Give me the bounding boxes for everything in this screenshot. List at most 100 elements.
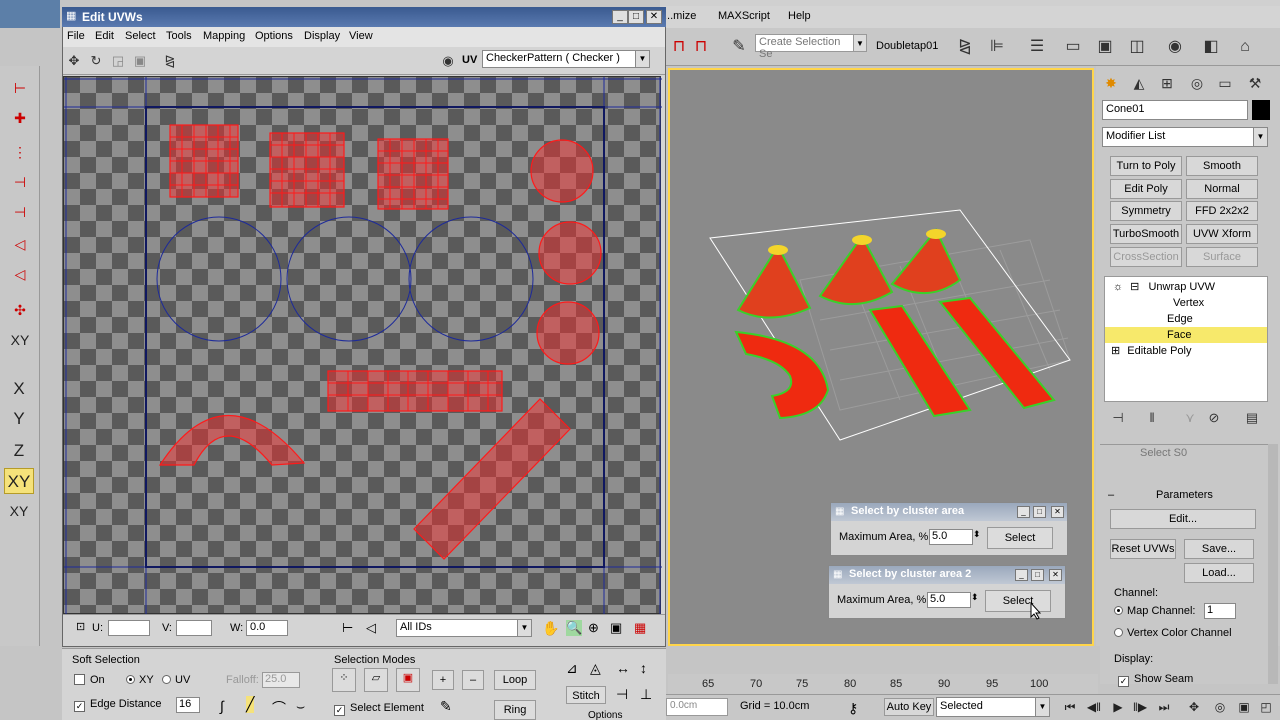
modifier-smooth-button[interactable]: Smooth bbox=[1186, 156, 1258, 176]
falloff-smooth-icon[interactable]: ⌒ bbox=[272, 698, 286, 718]
maximize-icon[interactable]: □ bbox=[1033, 506, 1046, 518]
map-channel-radio[interactable]: Map Channel: bbox=[1114, 605, 1196, 617]
parameters-header[interactable]: Parameters bbox=[1156, 489, 1213, 501]
falloff-field[interactable]: 25.0 bbox=[262, 672, 300, 688]
align-vertical-icon[interactable]: ⊥ bbox=[640, 686, 652, 703]
modifier-normal-button[interactable]: Normal bbox=[1186, 179, 1258, 199]
menu-maxscript[interactable]: MAXScript bbox=[718, 10, 770, 22]
loop-button[interactable]: Loop bbox=[494, 670, 536, 690]
pan-icon[interactable]: ✋ bbox=[542, 620, 559, 637]
auto-key-button[interactable]: Auto Key bbox=[884, 698, 934, 716]
menu-customize[interactable]: ...mize bbox=[664, 10, 696, 22]
constraint-icon[interactable]: ⊢ bbox=[6, 80, 34, 102]
modifier-surface-button[interactable]: Surface bbox=[1186, 247, 1258, 267]
xy-radio[interactable]: XY bbox=[126, 674, 154, 686]
stitch-button[interactable]: Stitch bbox=[566, 686, 606, 704]
spinner-icon[interactable]: ⬍ bbox=[973, 529, 981, 540]
create-tab-icon[interactable]: ✸ bbox=[1100, 72, 1122, 94]
close-icon[interactable]: ✕ bbox=[646, 10, 662, 24]
falloff-linear-icon[interactable]: ╱ bbox=[246, 696, 255, 713]
constraint-icon[interactable]: XY bbox=[6, 332, 34, 354]
angle-snap-icon[interactable]: ⊓ bbox=[690, 36, 712, 58]
edge-distance-field[interactable]: 16 bbox=[176, 697, 200, 713]
modifier-ffd-button[interactable]: FFD 2x2x2 bbox=[1186, 201, 1258, 221]
uvw-menu-view[interactable]: View bbox=[349, 30, 373, 42]
soft-selection-on-checkbox[interactable]: On bbox=[74, 674, 105, 686]
move-icon[interactable]: ✥ bbox=[65, 52, 83, 70]
flip-vertical-icon[interactable]: ↕ bbox=[640, 660, 647, 676]
constraint-icon[interactable]: ⊣ bbox=[6, 204, 34, 226]
modifier-crosssection-button[interactable]: CrossSection bbox=[1110, 247, 1182, 267]
constraint-icon[interactable]: ◁ bbox=[6, 266, 34, 288]
uvw-menu-edit[interactable]: Edit bbox=[95, 30, 114, 42]
constraint-icon[interactable]: ⋮ bbox=[6, 144, 34, 166]
uvw-menu-file[interactable]: File bbox=[67, 30, 85, 42]
options-label[interactable]: Options bbox=[588, 710, 622, 720]
stack-item-unwrap[interactable]: ☼ ⊟ Unwrap UVW bbox=[1105, 279, 1267, 295]
expand-icon[interactable]: ⊞ bbox=[1111, 345, 1120, 357]
modifier-edit-poly-button[interactable]: Edit Poly bbox=[1110, 179, 1182, 199]
key-filter-dropdown[interactable]: Selected ▼ bbox=[936, 697, 1050, 717]
edge-mode-icon[interactable]: ▱ bbox=[364, 668, 388, 692]
object-name-field[interactable]: Cone01 bbox=[1102, 100, 1248, 120]
modifier-uvw-xform-button[interactable]: UVW Xform bbox=[1186, 224, 1258, 244]
mirror-icon[interactable]: ⧎ bbox=[954, 36, 976, 58]
edge-distance-checkbox[interactable]: ✓ Edge Distance bbox=[74, 698, 162, 712]
reset-uvws-button[interactable]: Reset UVWs bbox=[1110, 539, 1176, 559]
paint-select-icon[interactable]: ✎ bbox=[440, 698, 452, 715]
utilities-tab-icon[interactable]: ⚒ bbox=[1244, 72, 1266, 94]
vertex-color-channel-radio[interactable]: Vertex Color Channel bbox=[1114, 627, 1232, 639]
menu-help[interactable]: Help bbox=[788, 10, 811, 22]
checker-toggle-icon[interactable]: ◉ bbox=[439, 52, 457, 70]
absolute-mode-icon[interactable]: ⊡ bbox=[76, 620, 85, 633]
edit-uvws-button[interactable]: Edit... bbox=[1110, 509, 1256, 529]
motion-tab-icon[interactable]: ◎ bbox=[1186, 72, 1208, 94]
close-icon[interactable]: ✕ bbox=[1049, 569, 1062, 581]
material-editor-icon[interactable]: ◫ bbox=[1126, 36, 1148, 58]
configure-sets-icon[interactable]: ▤ bbox=[1242, 410, 1262, 430]
uvw-menu-tools[interactable]: Tools bbox=[166, 30, 192, 42]
grid-snap-icon[interactable]: ▦ bbox=[634, 620, 646, 636]
texture-dropdown[interactable]: CheckerPattern ( Checker ) ▼ bbox=[482, 50, 650, 68]
go-to-start-icon[interactable]: ⏮ bbox=[1060, 698, 1080, 716]
minimize-icon[interactable]: _ bbox=[1017, 506, 1030, 518]
layer-icon[interactable]: ☰ bbox=[1026, 36, 1048, 58]
constraint-icon[interactable]: ✚ bbox=[6, 110, 34, 132]
maximize-viewport-icon[interactable]: ◰ bbox=[1256, 698, 1276, 716]
stack-item-editable-poly[interactable]: ⊞ Editable Poly bbox=[1105, 343, 1267, 359]
axis-x-button[interactable]: X bbox=[4, 376, 34, 402]
ring-button[interactable]: Ring bbox=[494, 700, 536, 720]
modifier-turbosmooth-button[interactable]: TurboSmooth bbox=[1110, 224, 1182, 244]
chevron-down-icon[interactable]: ▼ bbox=[1253, 128, 1267, 146]
flip-horizontal-icon[interactable]: ↔ bbox=[616, 660, 630, 676]
schematic-icon[interactable]: ▣ bbox=[1094, 36, 1116, 58]
pan-icon[interactable]: ✥ bbox=[1184, 698, 1204, 716]
map-channel-field[interactable]: 1 bbox=[1204, 603, 1236, 619]
selection-set-input[interactable]: Create Selection Se bbox=[755, 34, 855, 60]
w-field[interactable]: 0.0 bbox=[246, 620, 288, 636]
prev-frame-icon[interactable]: ◀‖ bbox=[1084, 698, 1104, 716]
select-element-checkbox[interactable]: ✓ Select Element bbox=[334, 702, 424, 716]
mirror-icon[interactable]: ⧎ bbox=[161, 52, 179, 70]
show-seam-checkbox[interactable]: ✓ Show Seam bbox=[1118, 673, 1193, 687]
weld-icon[interactable]: ◬ bbox=[590, 660, 601, 677]
modifier-turn-to-poly-button[interactable]: Turn to Poly bbox=[1110, 156, 1182, 176]
magnet-icon[interactable]: ⊓ bbox=[668, 36, 690, 58]
perspective-viewport[interactable] bbox=[668, 68, 1094, 646]
hide-icon[interactable]: ◁ bbox=[366, 620, 376, 636]
break-icon[interactable]: ⊿ bbox=[566, 660, 578, 677]
uv-radio[interactable]: UV bbox=[162, 674, 190, 686]
zoom-region-icon[interactable]: ⊕ bbox=[588, 620, 599, 636]
align-horizontal-icon[interactable]: ⊣ bbox=[616, 686, 628, 703]
uvw-menu-mapping[interactable]: Mapping bbox=[203, 30, 245, 42]
modify-tab-icon[interactable]: ◭ bbox=[1128, 72, 1150, 94]
u-field[interactable] bbox=[108, 620, 150, 636]
uv-editor-canvas[interactable] bbox=[63, 76, 662, 615]
freeform-icon[interactable]: ▣ bbox=[131, 52, 149, 70]
hierarchy-tab-icon[interactable]: ⊞ bbox=[1156, 72, 1178, 94]
shrink-selection-button[interactable]: – bbox=[462, 670, 484, 690]
zoom-extents-icon[interactable]: ▣ bbox=[610, 620, 622, 636]
curve-editor-icon[interactable]: ▭ bbox=[1062, 36, 1084, 58]
face-mode-icon[interactable]: ▣ bbox=[396, 668, 420, 692]
play-icon[interactable]: ▶ bbox=[1108, 698, 1128, 716]
